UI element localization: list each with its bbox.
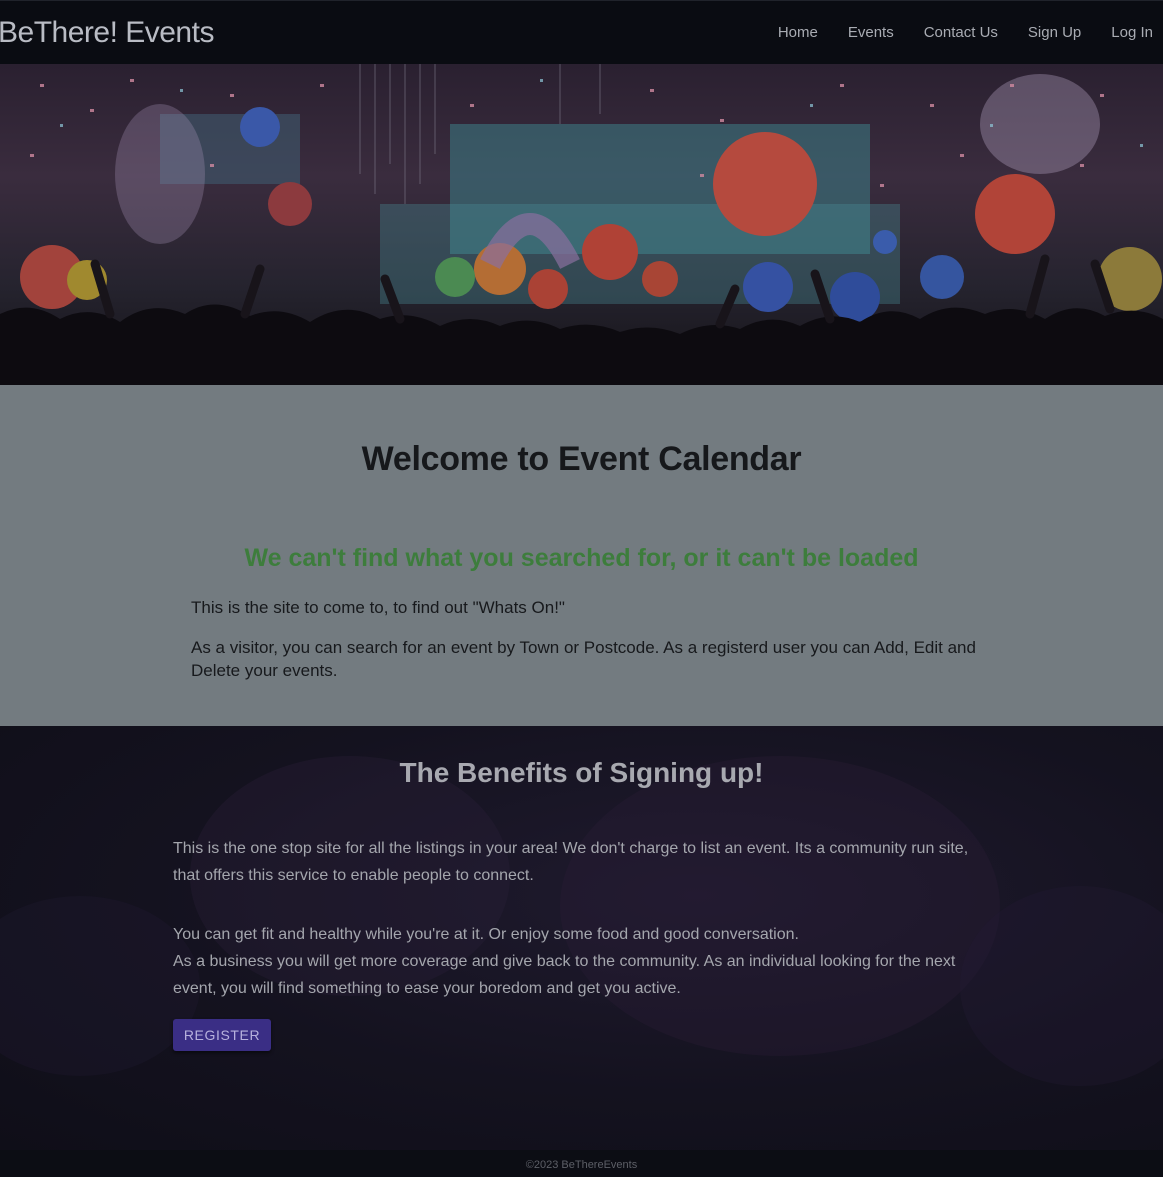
benefits-paragraph-2-line-2: As a business you will get more coverage… (173, 953, 956, 997)
welcome-title: Welcome to Event Calendar (361, 440, 802, 478)
hero-concert-image (0, 64, 1163, 385)
nav-signup-link[interactable]: Sign Up (1028, 24, 1081, 41)
nav-contact-link[interactable]: Contact Us (924, 24, 998, 41)
benefits-title: The Benefits of Signing up! (399, 757, 764, 788)
footer: ©2023 BeThereEvents (0, 1150, 1163, 1177)
brand-logo[interactable]: BeThere! Events (0, 16, 214, 50)
register-button[interactable]: REGISTER (173, 1019, 271, 1051)
benefits-paragraph-2: You can get fit and healthy while you're… (173, 921, 993, 1002)
welcome-description-text: As a visitor, you can search for an even… (191, 638, 976, 680)
search-error-message: We can't find what you searched for, or … (244, 544, 919, 572)
welcome-intro-text: This is the site to come to, to find out… (191, 598, 565, 617)
benefits-paragraph-2-line-1: You can get fit and healthy while you're… (173, 926, 799, 943)
navbar: BeThere! Events Home Events Contact Us S… (0, 0, 1163, 64)
footer-copyright: ©2023 BeThereEvents (525, 1159, 638, 1171)
benefits-paragraph-1: This is the one stop site for all the li… (173, 840, 969, 884)
nav-links: Home Events Contact Us Sign Up Log In (748, 24, 1163, 41)
nav-home-link[interactable]: Home (778, 24, 818, 41)
nav-login-link[interactable]: Log In (1111, 24, 1153, 41)
nav-events-link[interactable]: Events (848, 24, 894, 41)
